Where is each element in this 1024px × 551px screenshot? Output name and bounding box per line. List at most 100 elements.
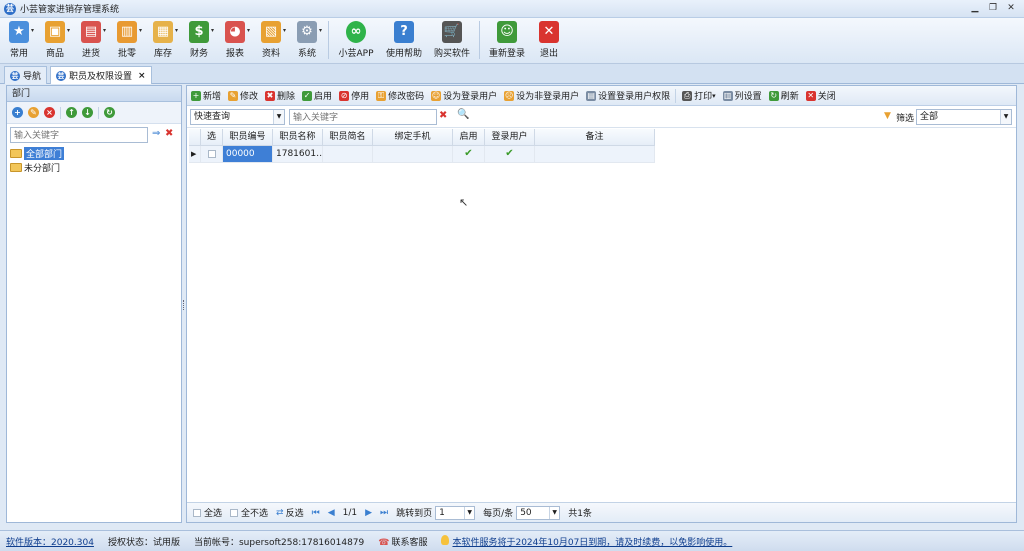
cell-code[interactable]: 00000 (223, 146, 273, 163)
dropdown-arrow-icon: ▾ (138, 27, 142, 34)
document-tabs: 芸 导航 芸 职员及权限设置 × (0, 64, 1024, 84)
dropdown-arrow-icon: ▾ (246, 27, 250, 34)
tab-staff-permissions[interactable]: 芸 职员及权限设置 × (50, 66, 152, 84)
ribbon-button-star[interactable]: ★ ▾ 常用 (4, 18, 34, 62)
column-header[interactable]: 登录用户 (485, 129, 535, 146)
row-checkbox[interactable] (201, 146, 223, 163)
ribbon-button-finance[interactable]: $ ▾ 财务 (184, 18, 214, 62)
column-header[interactable]: 绑定手机 (373, 129, 453, 146)
status-bar: 软件版本：2020.304 授权状态：试用版 当前帐号：supersoft258… (0, 530, 1024, 551)
cell-note[interactable] (535, 146, 655, 163)
column-header[interactable]: 启用 (453, 129, 485, 146)
expiry-notice[interactable]: 本软件服务将于2024年10月07日到期，请及时续费，以免影响使用。 (441, 534, 732, 548)
next-page-icon[interactable]: ▶ (365, 508, 372, 518)
move-up-icon[interactable]: ↑ (66, 107, 77, 118)
jump-page-input[interactable]: 1 ▼ (435, 505, 476, 520)
ribbon-button-purchase[interactable]: ▤ ▾ 进货 (76, 18, 106, 62)
toolbar-button-delete[interactable]: ✖ 删除 (265, 89, 295, 102)
cell-short-name[interactable] (323, 146, 373, 163)
tree-item-unassigned[interactable]: 未分部门 (10, 161, 60, 174)
ribbon-button-exit[interactable]: ✕ 退出 (534, 18, 564, 62)
query-mode-select[interactable]: 快速查询 ▼ (190, 109, 285, 125)
ribbon-button-box[interactable]: ▣ ▾ 商品 (40, 18, 70, 62)
refresh-departments-icon[interactable]: ↻ (104, 107, 115, 118)
search-icon[interactable]: 🔍 (457, 109, 469, 120)
ribbon-button-app[interactable]: ∞ 小芸APP (335, 18, 377, 62)
select-all-button[interactable]: 全选 (193, 506, 222, 519)
toolbar-button-close[interactable]: ✕ 关闭 (805, 89, 836, 102)
ribbon-button-gears[interactable]: ⚙ ▾ 系统 (292, 18, 322, 62)
ribbon-button-help[interactable]: ? 使用帮助 (383, 18, 425, 62)
select-none-button[interactable]: 全不选 (230, 506, 268, 519)
column-header[interactable]: 职员编号 (223, 129, 273, 146)
ribbon-button-cart[interactable]: 🛒 购买软件 (431, 18, 473, 62)
restore-icon[interactable]: ❐ (986, 2, 1000, 15)
tree-item-all-departments[interactable]: 全部部门 (10, 147, 65, 160)
ribbon-button-relogin[interactable]: ☺ 重新登录 (486, 18, 528, 62)
box-icon: ▣ ▾ (45, 21, 70, 43)
query-mode-value: 快速查询 (194, 112, 231, 122)
column-header[interactable]: 备注 (535, 129, 655, 146)
ribbon-button-label: 商品 (45, 49, 64, 59)
ribbon-button-label: 财务 (189, 49, 208, 59)
contact-support-button[interactable]: ☎ 联系客服 (378, 535, 427, 548)
close-tab-icon[interactable]: × (138, 71, 146, 81)
ribbon-button-wholesale[interactable]: ▥ ▾ 批零 (112, 18, 142, 62)
toolbar-button-add[interactable]: + 新增 (191, 89, 221, 102)
toolbar-button-refresh[interactable]: ↻ 刷新 (768, 89, 799, 102)
key-icon: ⚿ (376, 90, 387, 101)
toolbar-button-user-off[interactable]: ☹ 设为非登录用户 (504, 89, 579, 102)
department-search-input[interactable] (10, 127, 148, 143)
ribbon-button-label: 小芸APP (338, 49, 374, 59)
toolbar-button-user[interactable]: ☺ 设为登录用户 (431, 89, 497, 102)
add-department-icon[interactable]: + (12, 107, 23, 118)
minimize-icon[interactable]: ▁ (968, 2, 982, 15)
toolbar-button-enable[interactable]: ✓ 启用 (302, 89, 332, 102)
ribbon-button-stock[interactable]: ▦ ▾ 库存 (148, 18, 178, 62)
column-header[interactable]: 职员简名 (323, 129, 373, 146)
search-go-icon[interactable]: ⇒ (152, 128, 160, 139)
toolbar-button-label: 关闭 (817, 92, 836, 102)
tab-navigation[interactable]: 芸 导航 (4, 66, 48, 84)
toolbar-button-key[interactable]: ⚿ 修改密码 (376, 89, 424, 102)
filter-select[interactable]: 全部 ▼ (916, 109, 1012, 125)
ribbon-button-document[interactable]: ▧ ▾ 资料 (256, 18, 286, 62)
toolbar-button-disable[interactable]: ⊘ 停用 (339, 89, 369, 102)
cell-name[interactable]: 1781601… (273, 146, 323, 163)
toolbar-button-permission[interactable]: ▤ 设置登录用户权限 (586, 89, 670, 102)
support-label: 联系客服 (391, 537, 428, 548)
cell-phone[interactable] (373, 146, 453, 163)
prev-page-icon[interactable]: ◀ (328, 508, 335, 518)
delete-department-icon[interactable]: × (44, 107, 55, 118)
jump-page-value: 1 (439, 507, 445, 518)
column-header[interactable]: 职员名称 (273, 129, 323, 146)
toolbar-button-columns[interactable]: ▥ 列设置 (722, 89, 762, 102)
toolbar-divider (60, 106, 61, 119)
tab-navigation-label: 导航 (23, 72, 42, 82)
delete-icon: ✖ (265, 90, 276, 101)
clear-search-icon[interactable]: ✖ (165, 128, 173, 139)
column-header[interactable]: 选 (201, 129, 223, 146)
move-down-icon[interactable]: ↓ (82, 107, 93, 118)
ribbon-button-pie-chart[interactable]: ◕ ▾ 报表 (220, 18, 250, 62)
dropdown-arrow-icon: ▾ (102, 27, 106, 34)
app-icon: ∞ (346, 21, 366, 43)
toolbar-button-edit[interactable]: ✎ 修改 (228, 89, 258, 102)
per-page-select[interactable]: 50 ▼ (516, 505, 561, 520)
per-page-value: 50 (520, 507, 532, 518)
version-link[interactable]: 软件版本：2020.304 (6, 535, 94, 548)
checkbox-icon (230, 508, 239, 517)
edit-department-icon[interactable]: ✎ (28, 107, 39, 118)
first-page-icon[interactable]: ⏮ (312, 508, 320, 518)
last-page-icon[interactable]: ⏭ (380, 508, 388, 518)
invert-selection-button[interactable]: ⇄ 反选 (276, 506, 304, 520)
cell-enabled[interactable]: ✔ (453, 146, 485, 163)
ribbon-button-label: 使用帮助 (385, 49, 422, 59)
cell-login-user[interactable]: ✔ (485, 146, 535, 163)
star-icon: ★ ▾ (9, 21, 34, 43)
clear-keyword-icon[interactable]: ✖ (439, 110, 447, 121)
table-row[interactable]: ▶ 00000 1781601… ✔ ✔ (189, 146, 655, 163)
close-window-icon[interactable]: ✕ (1004, 2, 1018, 15)
toolbar-button-print[interactable]: ⎙ 打印 ▾ (682, 89, 716, 102)
keyword-search-input[interactable] (289, 109, 437, 125)
